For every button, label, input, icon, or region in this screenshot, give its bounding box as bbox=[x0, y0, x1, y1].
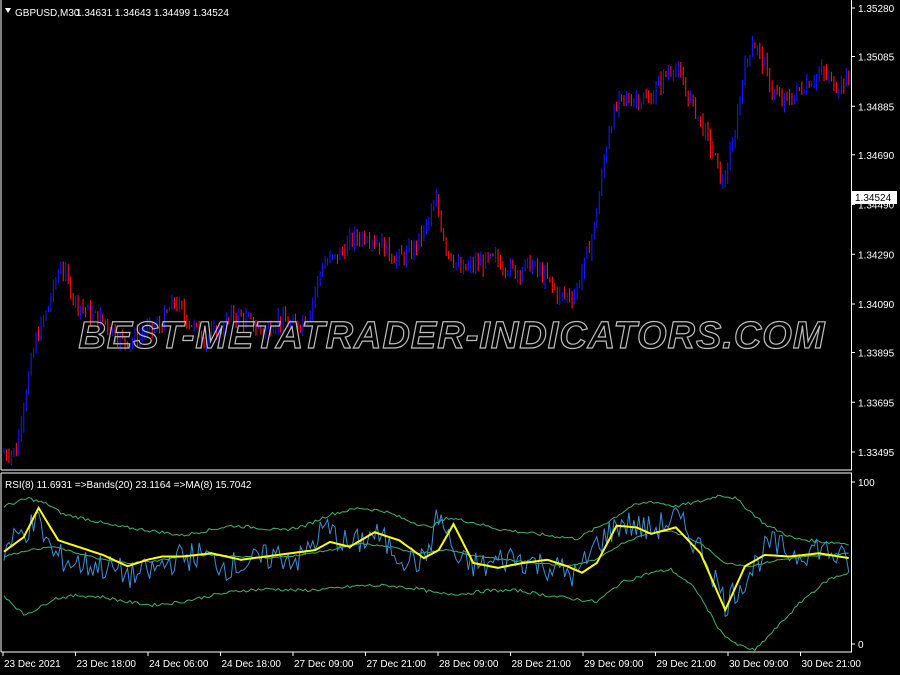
price-axis-label: 1.34885 bbox=[858, 102, 895, 113]
bands-middle-line bbox=[4, 530, 849, 567]
candlestick-series bbox=[3, 35, 850, 466]
time-axis-label: 30 Dec 09:00 bbox=[729, 659, 789, 670]
indicator-series bbox=[3, 494, 850, 652]
price-axis-label: 1.34290 bbox=[858, 250, 895, 261]
price-axis-label: 1.35280 bbox=[858, 4, 895, 15]
collapse-triangle-icon[interactable] bbox=[5, 8, 11, 13]
ohlc-values: 1.34631 1.34643 1.34499 1.34524 bbox=[76, 8, 229, 19]
price-axis-label: 1.33495 bbox=[858, 448, 895, 459]
indicator-axis-label: 0 bbox=[858, 640, 864, 651]
price-axis-label: 1.34090 bbox=[858, 300, 895, 311]
time-axis-label: 28 Dec 09:00 bbox=[439, 659, 499, 670]
time-axis-label: 29 Dec 09:00 bbox=[584, 659, 644, 670]
time-axis-label: 29 Dec 21:00 bbox=[657, 659, 717, 670]
time-axis-label: 24 Dec 06:00 bbox=[149, 659, 209, 670]
time-axis-label: 24 Dec 18:00 bbox=[222, 659, 282, 670]
price-axis-label: 1.34690 bbox=[858, 151, 895, 162]
time-axis-label: 27 Dec 21:00 bbox=[367, 659, 427, 670]
indicator-axis-label: 100 bbox=[858, 478, 875, 489]
chart-canvas: BEST-METATRADER-INDICATORS.COM GBPUSD,M3… bbox=[0, 0, 897, 670]
time-axis-label: 23 Dec 18:00 bbox=[77, 659, 137, 670]
time-axis-label: 23 Dec 2021 bbox=[4, 659, 61, 670]
watermark: BEST-METATRADER-INDICATORS.COM bbox=[78, 315, 825, 357]
current-price-tag: 1.34524 bbox=[855, 193, 892, 204]
indicator-info: RSI(8) 11.6931 =>Bands(20) 23.1164 =>MA(… bbox=[5, 480, 252, 491]
time-axis-label: 27 Dec 09:00 bbox=[294, 659, 354, 670]
price-axis-label: 1.33895 bbox=[858, 349, 895, 360]
time-axis-label: 30 Dec 21:00 bbox=[802, 659, 862, 670]
bands-upper-line bbox=[3, 494, 849, 546]
price-axis-label: 1.33695 bbox=[858, 398, 895, 409]
price-axis-label: 1.35085 bbox=[858, 53, 895, 64]
symbol-label: GBPUSD,M30 bbox=[15, 8, 80, 19]
time-axis-label: 28 Dec 21:00 bbox=[512, 659, 572, 670]
